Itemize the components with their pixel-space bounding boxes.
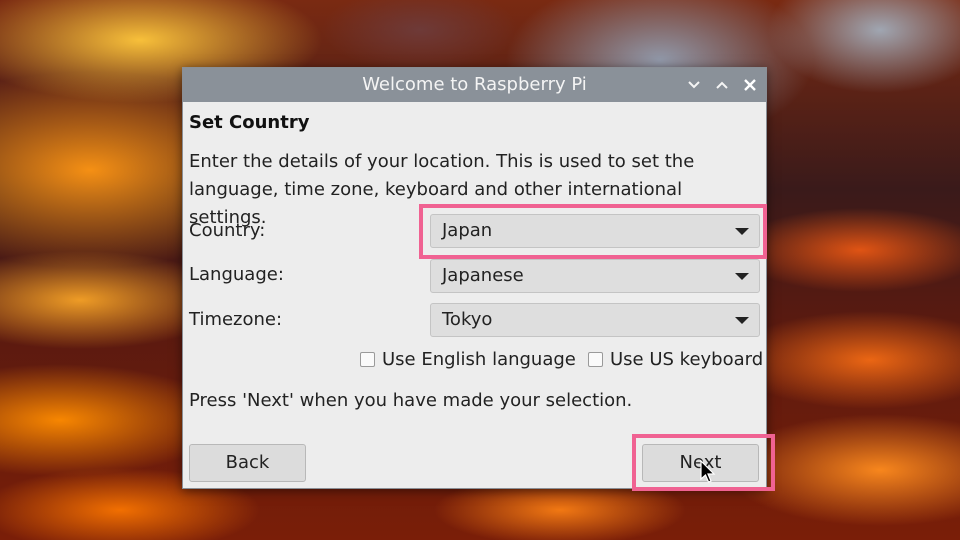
- use-us-keyboard-option[interactable]: Use US keyboard: [588, 349, 763, 370]
- language-select[interactable]: Japanese: [430, 259, 760, 293]
- triangle-down-icon: [735, 317, 749, 324]
- desktop-wallpaper: Welcome to Raspberry Pi Set Country Ente…: [0, 0, 960, 540]
- use-english-language-label: Use English language: [382, 349, 576, 370]
- chevron-up-icon: [716, 81, 728, 89]
- welcome-dialog: Welcome to Raspberry Pi Set Country Ente…: [182, 67, 767, 489]
- use-us-keyboard-checkbox[interactable]: [588, 352, 603, 367]
- language-label: Language:: [189, 264, 284, 285]
- timezone-value: Tokyo: [442, 309, 493, 330]
- use-english-language-option[interactable]: Use English language: [360, 349, 576, 370]
- timezone-select[interactable]: Tokyo: [430, 303, 760, 337]
- back-button[interactable]: Back: [189, 444, 306, 482]
- language-value: Japanese: [442, 265, 524, 286]
- country-label: Country:: [189, 220, 266, 241]
- use-english-language-checkbox[interactable]: [360, 352, 375, 367]
- triangle-down-icon: [735, 228, 749, 235]
- chevron-down-icon: [688, 81, 700, 89]
- window-controls: [686, 68, 758, 102]
- instruction-note: Press 'Next' when you have made your sel…: [189, 390, 633, 411]
- country-select[interactable]: Japan: [430, 214, 760, 248]
- page-title: Set Country: [189, 112, 310, 133]
- next-button[interactable]: Next: [642, 444, 759, 482]
- close-button[interactable]: [742, 77, 758, 93]
- triangle-down-icon: [735, 273, 749, 280]
- use-us-keyboard-label: Use US keyboard: [610, 349, 764, 370]
- minimize-button[interactable]: [686, 77, 702, 93]
- window-title: Welcome to Raspberry Pi: [362, 74, 587, 95]
- timezone-label: Timezone:: [189, 309, 283, 330]
- title-bar[interactable]: Welcome to Raspberry Pi: [183, 68, 766, 102]
- country-value: Japan: [442, 220, 493, 241]
- maximize-button[interactable]: [714, 77, 730, 93]
- close-icon: [744, 79, 756, 91]
